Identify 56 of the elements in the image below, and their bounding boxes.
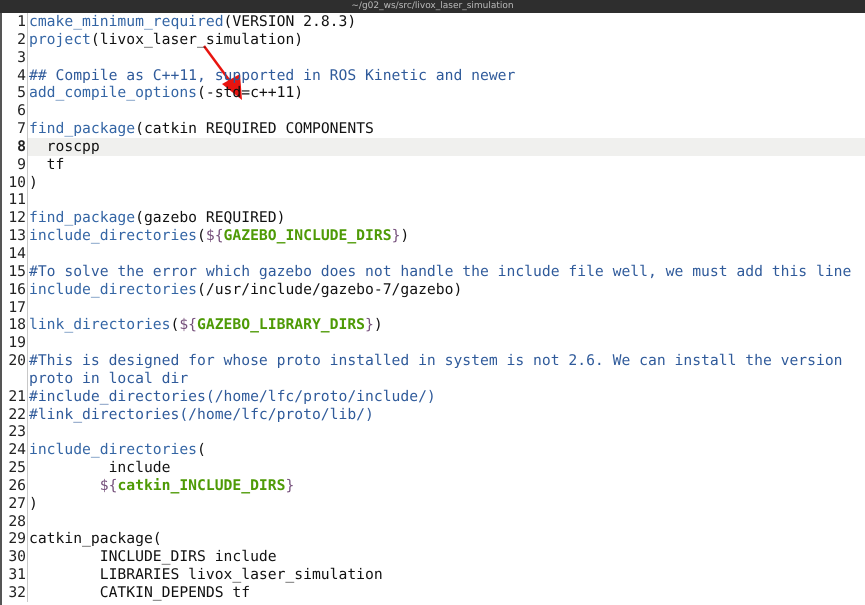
- code-line: roscpp: [46, 138, 100, 156]
- code-line: include_directories(/usr/include/gazebo-7/gazebo): [29, 280, 462, 298]
- line-number: 27: [8, 494, 26, 513]
- line-number: 13: [8, 227, 26, 245]
- line-number: 31: [8, 566, 26, 584]
- code-line: #link_directories(/home/lfc/proto/lib/): [29, 406, 374, 424]
- line-number: 26: [8, 476, 26, 495]
- code-line: find_package(gazebo REQUIRED): [29, 209, 286, 228]
- line-number: 32: [8, 584, 26, 602]
- code-line: CATKIN_DEPENDS tf: [98, 584, 250, 602]
- line-number: 5: [17, 84, 26, 102]
- line-number: 16: [8, 280, 26, 298]
- line-number: 7: [17, 120, 26, 138]
- line-number: 10: [8, 174, 26, 192]
- line-number: 23: [8, 423, 26, 442]
- line-number: 3: [17, 48, 26, 67]
- code-line: ${catkin_INCLUDE_DIRS}: [98, 476, 294, 495]
- line-number: 2: [17, 30, 26, 49]
- line-number: 18: [8, 316, 26, 334]
- line-number: 14: [8, 244, 26, 263]
- line-number: 15: [8, 262, 26, 281]
- code-line: find_package(catkin REQUIRED COMPONENTS: [29, 120, 374, 138]
- code-line: #This is designed for whose proto installed in system is not 2.6. We can install the version: [29, 352, 843, 370]
- code-line: include_directories(${GAZEBO_INCLUDE_DIRS}): [29, 227, 410, 245]
- code-line: catkin_package(: [29, 530, 162, 548]
- line-number: 8: [17, 138, 26, 156]
- line-number: 17: [8, 298, 26, 316]
- line-number: 6: [17, 102, 26, 120]
- line-number: 25: [8, 459, 26, 477]
- code-line: ): [29, 174, 38, 192]
- code-line: tf: [46, 156, 64, 174]
- line-number: 20: [8, 352, 26, 370]
- code-line: link_directories(${GAZEBO_LIBRARY_DIRS}): [29, 316, 383, 334]
- line-number: 4: [17, 66, 26, 84]
- line-number: 9: [17, 156, 26, 174]
- code-line: include_directories(: [29, 441, 206, 460]
- code-line: ): [29, 494, 38, 513]
- window-title: ~/g02_ws/src/livox_laser_simulation: [351, 0, 514, 13]
- line-number: 19: [8, 334, 26, 352]
- line-number: 22: [8, 406, 26, 424]
- line-number: 30: [8, 548, 26, 566]
- line-number: 29: [8, 530, 26, 548]
- line-number: 21: [8, 388, 26, 406]
- line-number: 24: [8, 441, 26, 460]
- code-line: proto in local dir: [29, 370, 190, 388]
- code-line: project(livox_laser_simulation): [29, 30, 304, 49]
- code-line: #To solve the error which gazebo does not handle the include file well, we must add this line: [29, 262, 852, 281]
- line-number: 28: [8, 512, 26, 530]
- code-line: INCLUDE_DIRS include: [98, 548, 277, 566]
- code-line: LIBRARIES livox_laser_simulation: [98, 566, 383, 584]
- code-line: #include_directories(/home/lfc/proto/include/): [29, 388, 436, 406]
- line-number: 11: [8, 191, 26, 210]
- line-number: 1: [17, 13, 26, 31]
- code-line: include: [108, 459, 170, 477]
- line-number: 12: [8, 209, 26, 228]
- code-line: cmake_minimum_required(VERSION 2.8.3): [29, 13, 356, 31]
